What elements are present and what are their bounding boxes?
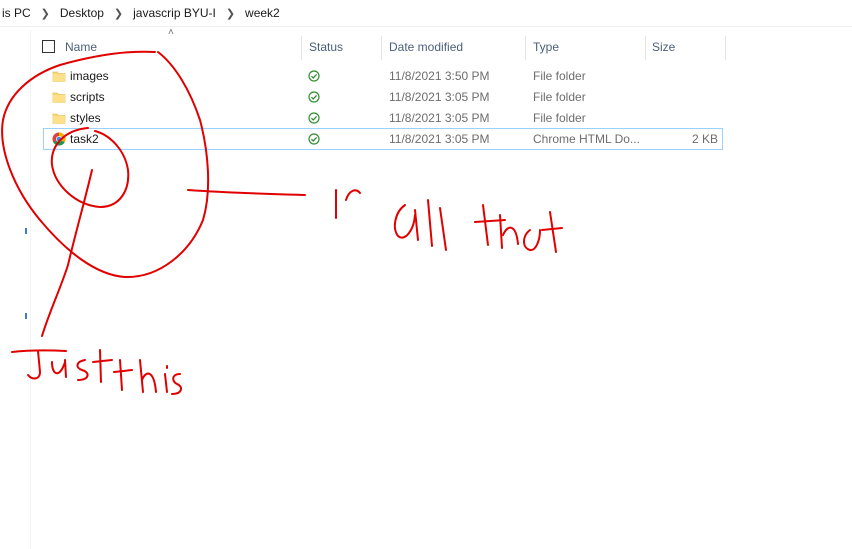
file-type: File folder xyxy=(533,69,586,83)
nav-scroll-marker xyxy=(25,313,27,319)
nav-pane-edge xyxy=(30,30,31,549)
column-header-name[interactable]: Name xyxy=(65,36,97,58)
breadcrumb-item-week2[interactable]: week2 xyxy=(243,6,282,20)
file-type: File folder xyxy=(533,111,586,125)
select-all-checkbox[interactable] xyxy=(42,40,55,53)
file-date-modified: 11/8/2021 3:05 PM xyxy=(389,90,490,104)
chrome-icon xyxy=(52,132,66,146)
column-divider[interactable] xyxy=(301,36,302,60)
column-header-status[interactable]: Status xyxy=(309,36,343,58)
file-date-modified: 11/8/2021 3:50 PM xyxy=(389,69,490,83)
breadcrumb: is PC ❯ Desktop ❯ javascrip BYU-I ❯ week… xyxy=(0,0,852,27)
file-type: Chrome HTML Do... xyxy=(533,132,640,146)
column-divider[interactable] xyxy=(381,36,382,60)
chevron-right-icon[interactable]: ❯ xyxy=(106,7,131,20)
breadcrumb-item-desktop[interactable]: Desktop xyxy=(58,6,106,20)
file-name: styles xyxy=(70,111,101,125)
sort-ascending-icon: ˄ xyxy=(168,27,174,38)
synced-check-icon xyxy=(308,112,320,124)
folder-icon xyxy=(52,92,66,103)
synced-check-icon xyxy=(308,91,320,103)
list-item-selected[interactable]: task2 11/8/2021 3:05 PM Chrome HTML Do..… xyxy=(43,128,723,150)
folder-icon xyxy=(52,71,66,82)
file-date-modified: 11/8/2021 3:05 PM xyxy=(389,132,490,146)
file-date-modified: 11/8/2021 3:05 PM xyxy=(389,111,490,125)
nav-scroll-marker xyxy=(25,228,27,234)
column-divider[interactable] xyxy=(725,36,726,60)
column-header-size[interactable]: Size xyxy=(652,36,675,58)
column-header-type[interactable]: Type xyxy=(533,36,559,58)
file-size: 2 KB xyxy=(691,132,718,146)
synced-check-icon xyxy=(308,70,320,82)
synced-check-icon xyxy=(308,133,320,145)
column-header-row: ˄ Name Status Date modified Type Size xyxy=(30,27,730,60)
breadcrumb-item-this-pc[interactable]: is PC xyxy=(0,6,33,20)
column-header-date-modified[interactable]: Date modified xyxy=(389,36,463,58)
column-divider[interactable] xyxy=(525,36,526,60)
file-name: scripts xyxy=(70,90,105,104)
chevron-right-icon[interactable]: ❯ xyxy=(33,7,58,20)
column-divider[interactable] xyxy=(645,36,646,60)
breadcrumb-item-javascrip[interactable]: javascrip BYU-I xyxy=(131,6,218,20)
file-name: images xyxy=(70,69,109,83)
list-item[interactable]: styles 11/8/2021 3:05 PM File folder xyxy=(44,108,722,128)
file-name: task2 xyxy=(70,132,99,146)
list-item[interactable]: scripts 11/8/2021 3:05 PM File folder xyxy=(44,87,722,107)
file-type: File folder xyxy=(533,90,586,104)
chevron-right-icon[interactable]: ❯ xyxy=(218,7,243,20)
list-item[interactable]: images 11/8/2021 3:50 PM File folder xyxy=(44,66,722,86)
folder-icon xyxy=(52,113,66,124)
